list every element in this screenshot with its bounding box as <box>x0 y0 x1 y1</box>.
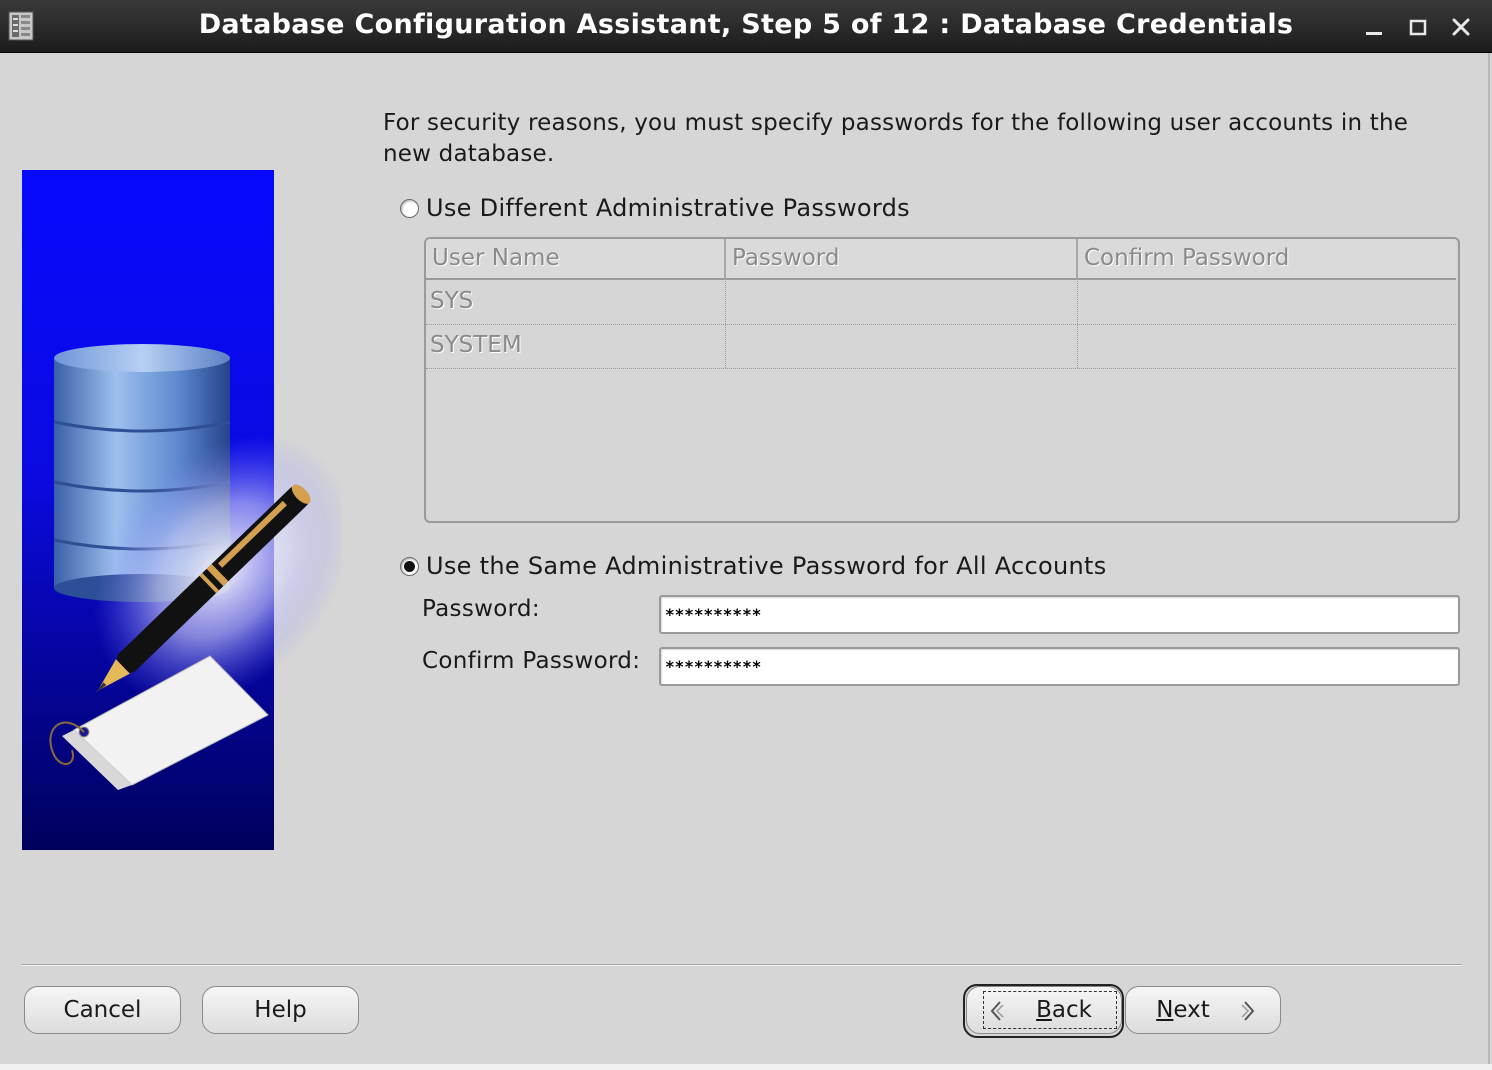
cancel-button[interactable]: Cancel <box>24 986 181 1034</box>
cell-password <box>726 281 1078 324</box>
table-row: SYSTEM <box>426 325 1456 369</box>
database-pen-illustration <box>22 170 342 850</box>
back-button[interactable]: Back <box>966 986 1122 1034</box>
back-button-label: Back <box>1036 997 1092 1023</box>
help-button[interactable]: Help <box>202 986 359 1034</box>
next-label-rest: ext <box>1173 997 1210 1023</box>
radio-same-password-label[interactable]: Use the Same Administrative Password for… <box>426 552 1107 580</box>
next-button-label: Next <box>1156 997 1210 1023</box>
chevron-left-icon <box>990 1001 1004 1021</box>
cell-user-name: SYS <box>426 281 726 324</box>
confirm-password-field[interactable] <box>659 647 1460 686</box>
next-mnemonic: N <box>1156 997 1174 1023</box>
column-header-user-name: User Name <box>426 239 726 280</box>
cell-user-name: SYSTEM <box>426 325 726 368</box>
instruction-text: For security reasons, you must specify p… <box>383 110 1409 167</box>
confirm-password-label: Confirm Password: <box>422 648 641 674</box>
password-field[interactable] <box>659 595 1460 634</box>
help-button-label: Help <box>254 997 307 1023</box>
column-header-password: Password <box>726 239 1078 280</box>
table-row: SYS <box>426 281 1456 325</box>
back-mnemonic: B <box>1036 997 1052 1023</box>
radio-different-passwords[interactable]: Use Different Administrative Passwords <box>400 193 910 223</box>
next-button[interactable]: Next <box>1125 986 1281 1034</box>
table-header: User Name Password Confirm Password <box>426 239 1456 281</box>
radio-different-passwords-label[interactable]: Use Different Administrative Passwords <box>426 194 910 222</box>
close-icon[interactable] <box>1449 14 1475 40</box>
radio-different-passwords-indicator[interactable] <box>400 198 419 218</box>
cell-confirm-password <box>1078 325 1456 368</box>
column-header-confirm-password: Confirm Password <box>1078 239 1456 280</box>
user-password-table: User Name Password Confirm Password SYS … <box>424 237 1460 523</box>
window-bottom-edge <box>0 1064 1492 1070</box>
maximize-icon[interactable] <box>1405 14 1431 40</box>
window-title: Database Configuration Assistant, Step 5… <box>198 9 1294 40</box>
button-separator <box>22 964 1462 966</box>
chevron-right-icon <box>1241 1001 1255 1021</box>
title-bar[interactable]: Database Configuration Assistant, Step 5… <box>0 0 1492 53</box>
radio-same-password[interactable]: Use the Same Administrative Password for… <box>400 551 1107 581</box>
radio-same-password-indicator[interactable] <box>400 556 419 576</box>
minimize-icon[interactable] <box>1362 14 1388 40</box>
cell-confirm-password <box>1078 281 1456 324</box>
cell-password <box>726 325 1078 368</box>
password-label: Password: <box>422 596 540 622</box>
cancel-button-label: Cancel <box>63 997 142 1023</box>
back-label-rest: ack <box>1051 997 1092 1023</box>
